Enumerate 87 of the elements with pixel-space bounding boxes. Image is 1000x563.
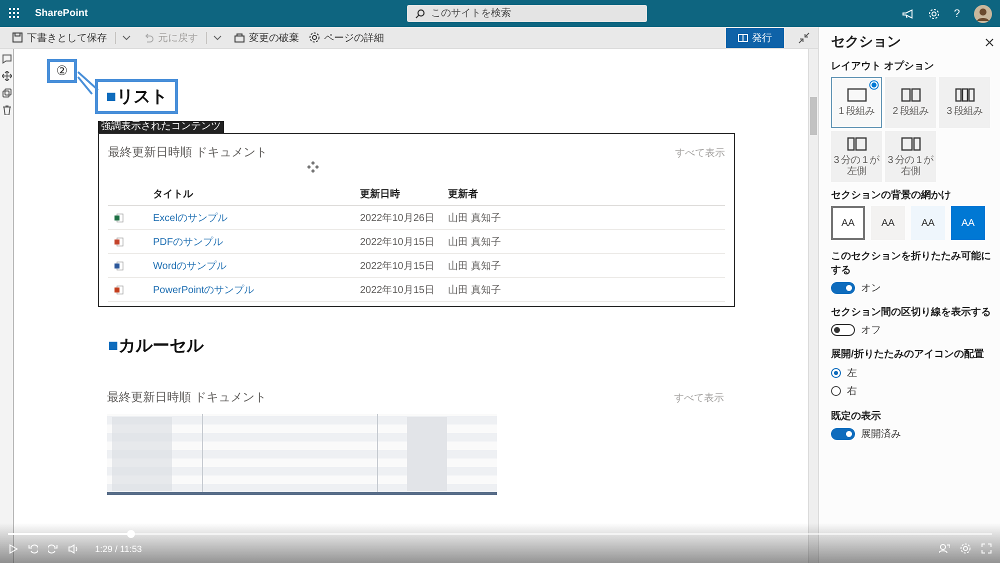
play-icon[interactable] — [8, 544, 18, 554]
shading-option[interactable]: AA — [911, 206, 945, 240]
column-header[interactable]: タイトル — [153, 187, 360, 201]
time-display: 1:29 / 11:53 — [95, 544, 142, 554]
file-icon — [114, 284, 124, 294]
layout-option[interactable]: 3 分の 1 が右側 — [885, 131, 936, 182]
section-label: レイアウト オプション — [831, 59, 935, 73]
column-header[interactable]: 更新日時 — [360, 187, 448, 201]
setting-label: 展開/折りたたみのアイコンの配置 — [831, 348, 985, 361]
save-icon — [12, 32, 23, 43]
webpart-frame[interactable]: 最終更新日時順 ドキュメント すべて表示 タイトル 更新日時 更新者 Excelのサンプル 2022年10月26日 山田 真知子 PDFのサンプル 2022年10月15日 山田 真知子 Wordのサンプル 2022年10月15日 山田 真知子 PowerPointのサンプル 2022年10月15日 山田 真知子 — [98, 133, 735, 307]
app-launcher-icon[interactable] — [8, 7, 21, 20]
layout-option[interactable]: 3 段組み — [939, 77, 990, 128]
scrollbar[interactable] — [808, 49, 818, 563]
toggle-switch[interactable] — [831, 282, 855, 294]
command-button[interactable]: 変更の破棄 — [232, 30, 301, 44]
layout-option[interactable]: 2 段組み — [885, 77, 936, 128]
webpart-title: 最終更新日時順 ドキュメント — [107, 389, 266, 406]
file-icon — [114, 260, 124, 270]
toggle-label: オン — [861, 282, 881, 295]
layout-option[interactable]: 1 段組み — [831, 77, 882, 128]
file-icon — [114, 236, 124, 246]
table-cell-text: 山田 真知子 — [448, 284, 501, 296]
file-link[interactable]: PowerPointのサンプル — [153, 282, 360, 296]
duplicate-icon[interactable] — [2, 88, 12, 98]
content-tag: 強調表示されたコンテンツ — [98, 121, 224, 133]
column-layout-icon — [846, 88, 866, 102]
shading-option[interactable]: AA — [871, 206, 905, 240]
gear-icon — [309, 32, 320, 43]
table-cell-text: 2022年10月15日 — [360, 284, 436, 296]
toggle-label: オフ — [861, 324, 881, 337]
annotation-callout: ② — [47, 59, 77, 83]
close-icon[interactable] — [985, 38, 994, 46]
avatar[interactable] — [974, 4, 992, 22]
file-link[interactable]: Excelのサンプル — [153, 210, 360, 224]
table-cell-text: 2022年10月15日 — [360, 260, 436, 272]
move-handle-icon[interactable] — [307, 161, 319, 173]
publish-button[interactable]: 発行 — [726, 28, 784, 48]
help-button[interactable]: ? — [954, 8, 960, 20]
command-button[interactable]: 下書きとして保存 — [10, 30, 109, 44]
table-cell-text: 2022年10月15日 — [360, 236, 436, 248]
file-icon — [114, 212, 124, 222]
setting-label: 既定の表示 — [831, 409, 882, 423]
column-layout-icon — [954, 88, 974, 102]
toggle-switch[interactable] — [831, 428, 855, 440]
section-heading: リスト — [116, 86, 168, 108]
command-button[interactable]: ページの詳細 — [307, 30, 386, 44]
column-layout-icon — [900, 136, 920, 150]
column-header[interactable]: 更新者 — [448, 187, 478, 201]
shading-option[interactable]: AA — [831, 206, 865, 240]
toggle-label: 展開済み — [861, 428, 901, 441]
heading-marker: ■ — [106, 86, 116, 106]
heading-marker: ■ — [108, 336, 118, 356]
column-layout-icon — [900, 88, 920, 102]
toggle-switch[interactable] — [831, 324, 855, 336]
section-heading: カルーセル — [118, 335, 204, 357]
megaphone-icon[interactable] — [902, 8, 914, 20]
radio-label: 右 — [847, 385, 857, 398]
table-cell-text: 山田 真知子 — [448, 212, 501, 224]
panel-title: セクション — [831, 33, 901, 51]
move-icon[interactable] — [2, 71, 12, 81]
app-name[interactable]: SharePoint — [35, 8, 88, 19]
table-cell-text: 山田 真知子 — [448, 260, 501, 272]
column-layout-icon — [846, 136, 866, 150]
shading-option[interactable]: AA — [951, 206, 985, 240]
book-icon — [738, 32, 748, 42]
webpart-title: 最終更新日時順 ドキュメント — [108, 144, 268, 161]
setting-label: セクション間の区切り線を表示する — [831, 306, 992, 319]
scroll-thumb[interactable] — [810, 97, 817, 135]
collapse-icon[interactable] — [798, 32, 810, 44]
search-field[interactable]: このサイトを検索 — [406, 5, 647, 22]
radio-button[interactable] — [831, 386, 841, 396]
search-icon — [414, 9, 425, 19]
undo-icon — [143, 32, 154, 43]
setting-label: このセクションを折りたたみ可能にする — [831, 250, 992, 277]
comment-icon[interactable] — [2, 54, 12, 64]
radio-button[interactable] — [831, 368, 841, 378]
radio-label: 左 — [847, 367, 857, 380]
settings-icon[interactable] — [928, 8, 940, 20]
table-cell-text: 2022年10月26日 — [360, 212, 436, 224]
file-link[interactable]: Wordのサンプル — [153, 258, 360, 272]
chevron-down-icon[interactable] — [122, 33, 131, 42]
table-cell-text: 山田 真知子 — [448, 236, 501, 248]
selected-radio-icon — [869, 80, 879, 90]
section-label: セクションの背景の網かけ — [831, 188, 952, 202]
file-link[interactable]: PDFのサンプル — [153, 234, 360, 248]
layout-option[interactable]: 3 分の 1 が左側 — [831, 131, 882, 182]
